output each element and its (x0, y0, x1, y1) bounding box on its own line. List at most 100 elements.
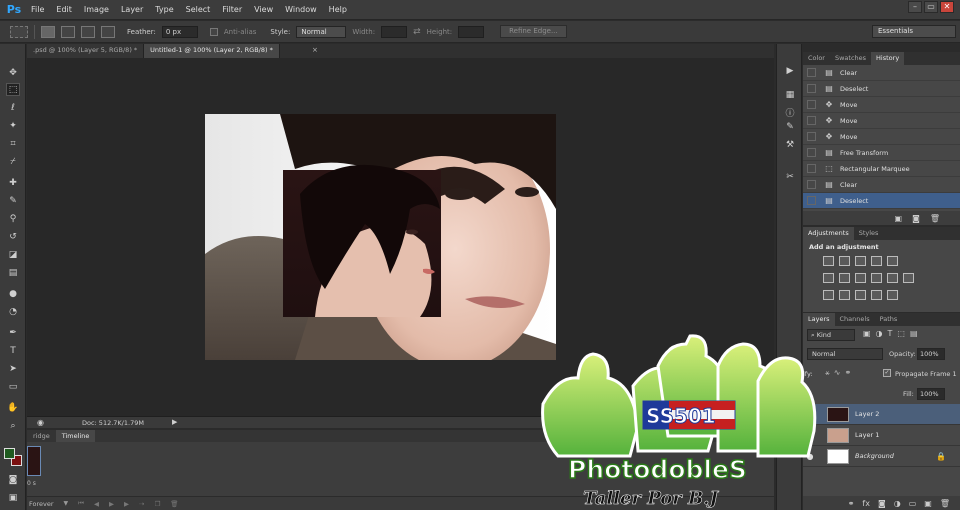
tab-styles[interactable]: Styles (854, 227, 884, 240)
document-canvas[interactable] (205, 114, 556, 360)
history-item[interactable]: ✥ Move (803, 97, 960, 113)
color-balance-icon[interactable] (839, 273, 850, 283)
refine-edge-button[interactable]: Refine Edge... (500, 25, 567, 38)
doc-tab-psd[interactable]: .psd @ 100% (Layer 5, RGB/8) * (27, 44, 145, 58)
menu-view[interactable]: View (248, 5, 279, 14)
quick-mask-icon[interactable]: ◙ (6, 473, 20, 486)
layer-name[interactable]: Layer 1 (855, 431, 879, 439)
previous-frame-icon[interactable]: ◀ (94, 500, 99, 508)
history-checkbox[interactable] (807, 196, 816, 205)
posterize-icon[interactable] (839, 290, 850, 300)
width-input[interactable] (381, 25, 408, 38)
trash-icon[interactable]: 🗑 (170, 500, 178, 508)
tab-paths[interactable]: Paths (875, 313, 903, 326)
menu-edit[interactable]: Edit (50, 5, 78, 14)
clone-stamp-icon[interactable]: ⚲ (6, 212, 20, 225)
tween-icon[interactable]: ⇢ (139, 500, 144, 508)
gradient-map-icon[interactable] (871, 290, 882, 300)
menu-window[interactable]: Window (279, 5, 323, 14)
group-folder-icon[interactable]: ▭ (909, 499, 917, 508)
menu-select[interactable]: Select (180, 5, 217, 14)
opacity-input[interactable]: 100% (917, 348, 945, 360)
history-item[interactable]: ▤ Clear (803, 65, 960, 81)
dodge-tool-icon[interactable]: ◔ (6, 305, 20, 318)
trash-icon[interactable]: 🗑 (940, 499, 950, 508)
layer-name[interactable]: Layer 2 (855, 410, 879, 418)
vibrance-icon[interactable] (887, 256, 898, 266)
fx-icon[interactable]: fx (862, 499, 870, 508)
hand-tool-icon[interactable]: ✋ (6, 401, 20, 414)
new-layer-icon[interactable]: ▣ (924, 499, 932, 508)
frame-delay[interactable]: 0 s (27, 480, 36, 487)
layer-row[interactable]: ● Layer 1 (803, 425, 960, 446)
menu-filter[interactable]: Filter (216, 5, 248, 14)
hue-saturation-icon[interactable] (823, 273, 834, 283)
zoom-tool-icon[interactable]: ⌕ (6, 419, 20, 432)
history-checkbox[interactable] (807, 148, 816, 157)
history-item[interactable]: ▤ Deselect (803, 81, 960, 97)
duplicate-frame-icon[interactable]: ❐ (154, 500, 160, 508)
move-tool-icon[interactable]: ✥ (6, 66, 20, 79)
crop-tool-icon[interactable]: ⌗ (6, 137, 20, 150)
history-item[interactable]: ▤ Free Transform (803, 145, 960, 161)
photo-filter-icon[interactable] (871, 273, 882, 283)
character-icon[interactable]: ✂ (783, 172, 797, 184)
minimize-button[interactable]: – (908, 1, 922, 13)
maximize-button[interactable]: ▭ (924, 1, 938, 13)
tab-bridge[interactable]: ridge (27, 430, 56, 442)
menu-help[interactable]: Help (323, 5, 353, 14)
eraser-icon[interactable]: ◪ (6, 248, 20, 261)
history-checkbox[interactable] (807, 68, 816, 77)
swap-icon[interactable]: ⇄ (413, 27, 421, 37)
history-checkbox[interactable] (807, 164, 816, 173)
adjustment-layer-icon[interactable]: ◑ (894, 499, 901, 508)
add-mask-icon[interactable]: ◙ (878, 499, 886, 508)
menu-type[interactable]: Type (149, 5, 179, 14)
camera-snapshot-icon[interactable]: ◙ (912, 214, 920, 223)
tab-history[interactable]: History (871, 52, 905, 65)
screen-mode-icon[interactable]: ▣ (6, 491, 20, 504)
propagate-checkbox[interactable]: ✓ (883, 369, 891, 377)
history-item-selected[interactable]: ▤ Deselect (803, 193, 960, 209)
pen-tool-icon[interactable]: ✒ (6, 326, 20, 339)
blend-mode-select[interactable]: Normal (807, 348, 883, 360)
doc-tab-untitled[interactable]: Untitled-1 @ 100% (Layer 2, RGB/8) * (144, 44, 280, 58)
layer-filter-icons[interactable]: ▣◑T⬚▤ (863, 329, 923, 338)
black-white-icon[interactable] (855, 273, 866, 283)
play-action-icon[interactable]: ▶ (783, 66, 797, 78)
timeline-frame-1[interactable] (27, 446, 41, 476)
history-item[interactable]: ▤ Clear (803, 177, 960, 193)
tab-channels[interactable]: Channels (835, 313, 875, 326)
color-lookup-icon[interactable] (903, 273, 914, 283)
curves-icon[interactable] (855, 256, 866, 266)
history-checkbox[interactable] (807, 100, 816, 109)
tab-color[interactable]: Color (803, 52, 830, 65)
height-input[interactable] (458, 25, 485, 38)
new-document-from-state-icon[interactable]: ▣ (895, 214, 903, 223)
subtract-selection-icon[interactable] (81, 25, 95, 38)
tab-adjustments[interactable]: Adjustments (803, 227, 854, 240)
magic-wand-icon[interactable]: ✦ (6, 119, 20, 132)
info-icon[interactable]: ⓘ (783, 106, 797, 119)
gradient-tool-icon[interactable]: ▤ (6, 266, 20, 279)
history-item[interactable]: ✥ Move (803, 129, 960, 145)
status-menu-arrow-icon[interactable]: ▶ (172, 418, 177, 426)
menu-image[interactable]: Image (78, 5, 115, 14)
tool-presets-icon[interactable]: ⚒ (783, 140, 797, 152)
layer-name[interactable]: Background (855, 452, 894, 460)
marquee-tool-icon[interactable]: ⬚ (6, 83, 20, 96)
channel-mixer-icon[interactable] (887, 273, 898, 283)
histogram-icon[interactable]: ▦ (783, 90, 797, 102)
style-select[interactable]: Normal (296, 25, 347, 38)
healing-brush-icon[interactable]: ✚ (6, 176, 20, 189)
eyedropper-icon[interactable]: ⌿ (6, 155, 20, 168)
levels-icon[interactable] (839, 256, 850, 266)
history-brush-icon[interactable]: ↺ (6, 230, 20, 243)
shape-tool-icon[interactable]: ▭ (6, 380, 20, 393)
menu-file[interactable]: File (25, 5, 50, 14)
menu-layer[interactable]: Layer (115, 5, 149, 14)
close-button[interactable]: ✕ (940, 1, 954, 13)
marquee-tool-preset-icon[interactable] (10, 25, 28, 38)
path-selection-icon[interactable]: ➤ (6, 362, 20, 375)
unify-icons[interactable]: ⚹∿⚭ (825, 368, 855, 378)
